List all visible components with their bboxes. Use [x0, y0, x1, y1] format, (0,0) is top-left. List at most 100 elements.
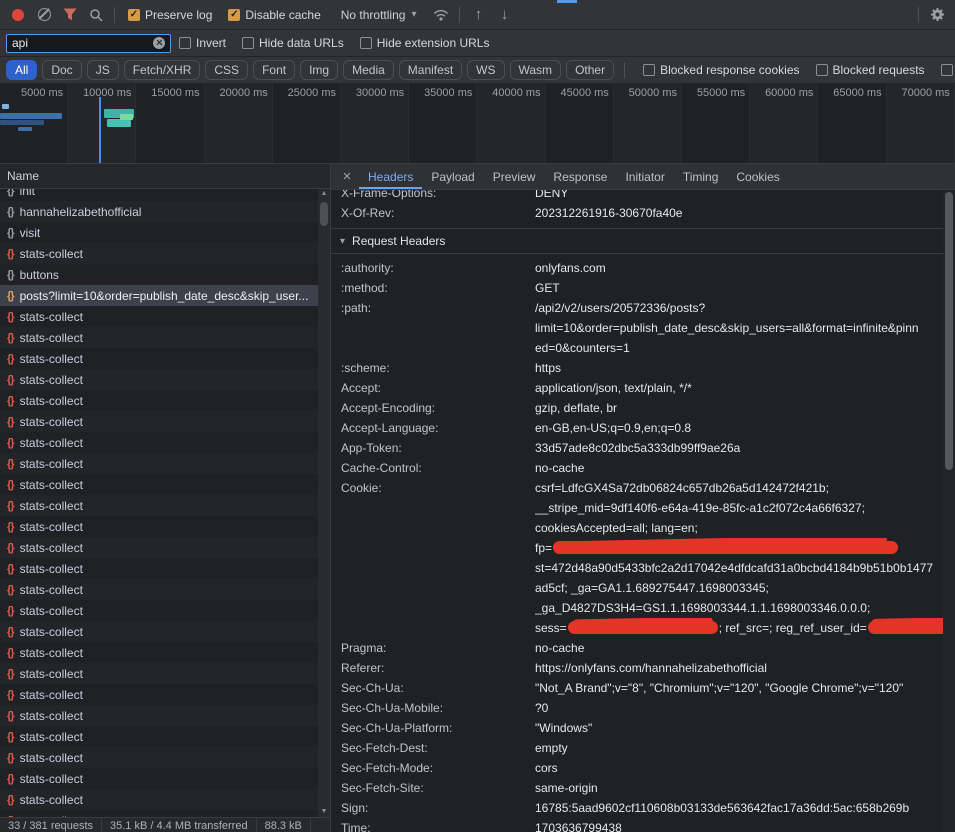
header-value-line: /api2/v2/users/20572336/posts?	[535, 298, 943, 318]
header-row: Cookie:csrf=LdfcGX4Sa72db06824c657db26a5…	[331, 478, 943, 638]
header-value-line: "Not_A Brand";v="8", "Chromium";v="120",…	[535, 678, 943, 698]
file-braces-icon: {}	[7, 332, 14, 344]
checkbox-label: Invert	[196, 36, 226, 50]
timeline-column: 65000 ms	[818, 84, 886, 163]
close-details-button[interactable]: ×	[335, 164, 359, 189]
tab-preview[interactable]: Preview	[484, 164, 545, 189]
tab-payload[interactable]: Payload	[422, 164, 483, 189]
request-row[interactable]: {}stats-collect	[0, 516, 319, 537]
name-column-header[interactable]: Name	[0, 164, 330, 189]
details-scrollbar[interactable]	[943, 190, 955, 832]
header-name: Sec-Fetch-Site:	[341, 778, 535, 798]
filter-chip-ws[interactable]: WS	[467, 60, 504, 80]
tab-initiator[interactable]: Initiator	[616, 164, 673, 189]
throttling-select[interactable]: No throttling ▾	[341, 8, 417, 22]
scroll-up-icon[interactable]: ▲	[321, 189, 328, 199]
request-row[interactable]: {}stats-collect	[0, 453, 319, 474]
request-details-panel: × HeadersPayloadPreviewResponseInitiator…	[331, 164, 955, 832]
request-row[interactable]: {}stats-collect	[0, 537, 319, 558]
requests-scrollbar[interactable]: ▲ ▼	[318, 189, 330, 817]
waterfall-bar	[0, 120, 44, 125]
request-row[interactable]: {}stats-collect	[0, 348, 319, 369]
file-braces-icon: {}	[7, 542, 14, 554]
header-name: Referer:	[341, 658, 535, 678]
header-name: Sec-Fetch-Dest:	[341, 738, 535, 758]
hide-data-urls-checkbox[interactable]: Hide data URLs	[242, 36, 344, 50]
chevron-down-icon: ▾	[411, 9, 416, 20]
3rd-party-requests-checkbox[interactable]: 3rd-party requests	[941, 63, 955, 77]
request-row[interactable]: {}stats-collect	[0, 726, 319, 747]
filter-chip-css[interactable]: CSS	[205, 60, 248, 80]
request-row[interactable]: {}hannahelizabethofficial	[0, 201, 319, 222]
filter-chip-doc[interactable]: Doc	[42, 60, 81, 80]
record-button[interactable]	[5, 3, 31, 27]
request-name: stats-collect	[20, 709, 83, 723]
scroll-down-icon[interactable]: ▼	[321, 807, 328, 817]
filter-chip-other[interactable]: Other	[566, 60, 614, 80]
clear-button[interactable]	[31, 3, 57, 27]
request-row[interactable]: {}stats-collect	[0, 789, 319, 810]
request-row[interactable]: {}stats-collect	[0, 327, 319, 348]
request-row[interactable]: {}stats-collect	[0, 642, 319, 663]
request-row[interactable]: {}stats-collect	[0, 243, 319, 264]
network-filter-input[interactable]	[12, 36, 149, 50]
scrollbar-thumb[interactable]	[945, 192, 953, 470]
filter-chip-img[interactable]: Img	[300, 60, 338, 80]
filter-chip-fetch-xhr[interactable]: Fetch/XHR	[124, 60, 201, 80]
timeline-column: 40000 ms	[477, 84, 545, 163]
tab-cookies[interactable]: Cookies	[727, 164, 788, 189]
request-row[interactable]: {}stats-collect	[0, 474, 319, 495]
tab-headers[interactable]: Headers	[359, 164, 422, 189]
filter-chip-font[interactable]: Font	[253, 60, 295, 80]
request-row[interactable]: {}stats-collect	[0, 579, 319, 600]
request-row[interactable]: {}stats-collect	[0, 558, 319, 579]
request-row[interactable]: {}stats-collect	[0, 390, 319, 411]
file-braces-icon: {}	[7, 521, 14, 533]
request-row[interactable]: {}stats-collect	[0, 747, 319, 768]
settings-button[interactable]	[924, 3, 950, 27]
filter-chip-js[interactable]: JS	[87, 60, 119, 80]
blocked-requests-checkbox[interactable]: Blocked requests	[816, 63, 925, 77]
scrollbar-thumb[interactable]	[320, 202, 328, 226]
network-overview-timeline[interactable]: 5000 ms10000 ms15000 ms20000 ms25000 ms3…	[0, 84, 955, 164]
network-conditions-button[interactable]	[428, 3, 454, 27]
request-row[interactable]: {}stats-collect	[0, 768, 319, 789]
request-row[interactable]: {}stats-collect	[0, 306, 319, 327]
filter-button[interactable]	[57, 3, 83, 27]
preserve-log-checkbox[interactable]: Preserve log	[128, 8, 212, 22]
request-row[interactable]: {}stats-collect	[0, 495, 319, 516]
import-har-button[interactable]: ↑	[465, 3, 491, 27]
filter-chip-media[interactable]: Media	[343, 60, 394, 80]
request-row[interactable]: {}stats-collect	[0, 411, 319, 432]
request-row[interactable]: {}stats-collect	[0, 621, 319, 642]
import-har-icon: ↑	[475, 7, 483, 22]
tab-timing[interactable]: Timing	[674, 164, 728, 189]
request-row[interactable]: {}visit	[0, 222, 319, 243]
waterfall-bar	[120, 114, 133, 120]
request-row[interactable]: {}stats-collect	[0, 810, 319, 817]
request-headers-section[interactable]: ▾ Request Headers	[331, 228, 943, 254]
request-row[interactable]: {}stats-collect	[0, 705, 319, 726]
clear-filter-icon[interactable]	[153, 37, 165, 49]
request-row[interactable]: {}buttons	[0, 264, 319, 285]
filter-chip-wasm[interactable]: Wasm	[510, 60, 562, 80]
export-har-button[interactable]: ↓	[491, 3, 517, 27]
search-button[interactable]	[83, 3, 109, 27]
disable-cache-checkbox[interactable]: Disable cache	[228, 8, 320, 22]
request-row[interactable]: {}stats-collect	[0, 684, 319, 705]
file-braces-icon: {}	[7, 500, 14, 512]
hide-extension-urls-checkbox[interactable]: Hide extension URLs	[360, 36, 490, 50]
file-braces-icon: {}	[7, 605, 14, 617]
request-row[interactable]: {}stats-collect	[0, 432, 319, 453]
header-value-line: sess=; ref_src=; reg_ref_user_id=	[535, 618, 943, 638]
blocked-response-cookies-checkbox[interactable]: Blocked response cookies	[643, 63, 799, 77]
request-row[interactable]: {}stats-collect	[0, 663, 319, 684]
request-row[interactable]: {}posts?limit=10&order=publish_date_desc…	[0, 285, 319, 306]
invert-checkbox[interactable]: Invert	[179, 36, 226, 50]
filter-chip-manifest[interactable]: Manifest	[399, 60, 462, 80]
tab-response[interactable]: Response	[544, 164, 616, 189]
request-row[interactable]: {}stats-collect	[0, 369, 319, 390]
filter-chip-all[interactable]: All	[6, 60, 37, 80]
request-row[interactable]: {}stats-collect	[0, 600, 319, 621]
request-row[interactable]: {}init	[0, 189, 319, 201]
